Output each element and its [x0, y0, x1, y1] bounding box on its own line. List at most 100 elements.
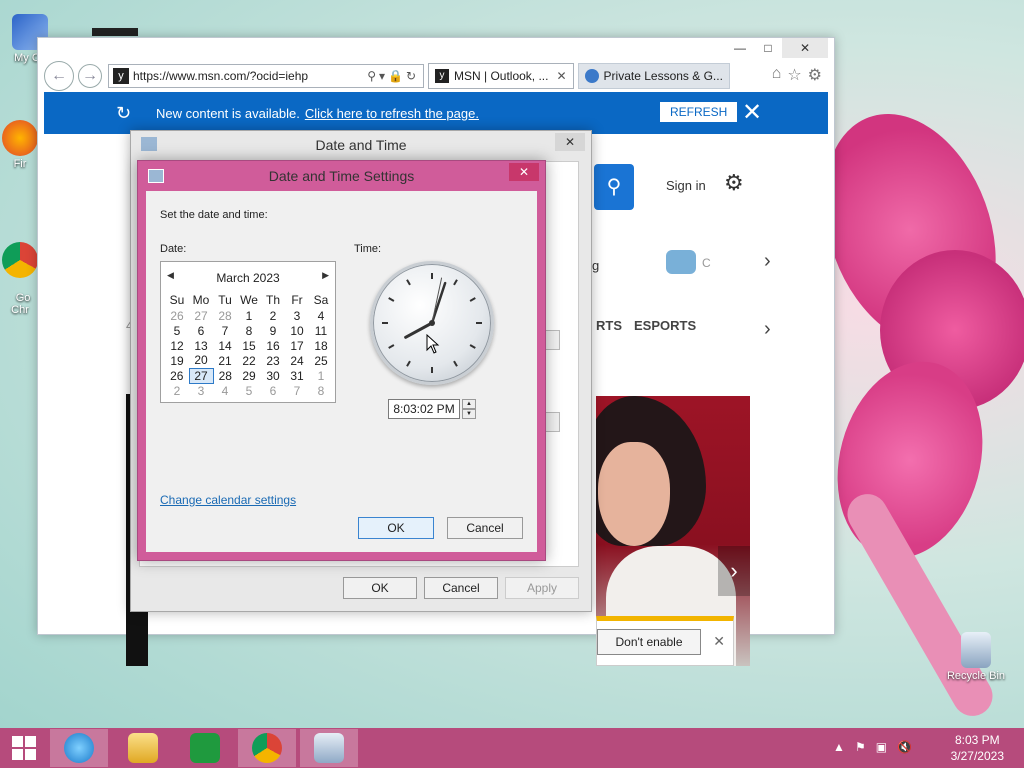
taskbar-clock[interactable]: 8:03 PM 3/27/2023 — [951, 732, 1004, 764]
favorites-star-icon[interactable]: ☆ — [787, 65, 801, 85]
calendar-day[interactable]: 26 — [165, 368, 189, 383]
calendar-day[interactable]: 31 — [285, 368, 309, 383]
start-button[interactable] — [0, 729, 48, 767]
calendar-day[interactable]: 1 — [309, 368, 333, 383]
calendar-day[interactable]: 9 — [261, 323, 285, 338]
close-button[interactable]: ✕ — [782, 38, 828, 58]
calendar-day[interactable]: 1 — [237, 308, 261, 323]
show-hidden-icons-icon[interactable]: ▲ — [833, 740, 845, 754]
forward-button[interactable]: → — [78, 64, 102, 88]
calendar-day[interactable]: 4 — [309, 308, 333, 323]
calendar-day[interactable]: 10 — [285, 323, 309, 338]
category-esports[interactable]: ESPORTS — [634, 318, 696, 333]
calendar-day[interactable]: 29 — [237, 368, 261, 383]
calendar-day[interactable]: 28 — [213, 308, 237, 323]
taskbar-chrome[interactable] — [238, 729, 296, 767]
calendar-day[interactable]: 5 — [165, 323, 189, 338]
desktop-icon-firefox[interactable]: Fir — [0, 120, 40, 170]
ok-button[interactable]: OK — [343, 577, 417, 599]
calendar-day[interactable]: 6 — [261, 383, 285, 398]
category-rts[interactable]: RTS — [596, 318, 622, 333]
calendar-day[interactable]: 23 — [261, 353, 285, 368]
spin-down-icon[interactable]: ▼ — [462, 409, 476, 419]
calendar-day[interactable]: 12 — [165, 338, 189, 353]
calendar-month[interactable]: March 2023 — [161, 271, 335, 285]
internet-explorer-icon — [64, 733, 94, 763]
calendar-day[interactable]: 7 — [285, 383, 309, 398]
refresh-page-link[interactable]: Click here to refresh the page. — [305, 106, 479, 121]
tab-msn[interactable]: y MSN | Outlook, ... ✕ — [428, 63, 574, 89]
calendar-day[interactable]: 2 — [165, 383, 189, 398]
taskbar-internet-explorer[interactable] — [50, 729, 108, 767]
tab-private-lessons[interactable]: Private Lessons & G... — [577, 63, 730, 89]
cancel-button[interactable]: Cancel — [424, 577, 498, 599]
calendar-day[interactable]: 3 — [189, 383, 213, 398]
taskbar-date-time[interactable] — [300, 729, 358, 767]
taskbar-file-explorer[interactable] — [114, 729, 172, 767]
calendar-day[interactable]: 27 — [189, 308, 213, 323]
back-button[interactable]: ← — [44, 61, 74, 91]
home-icon[interactable]: ⌂ — [772, 65, 782, 85]
refresh-button[interactable]: REFRESH — [660, 102, 738, 122]
desktop-icon-chrome[interactable]: Go Chr — [0, 218, 40, 316]
calendar-day[interactable]: 22 — [237, 353, 261, 368]
calendar-day[interactable]: 13 — [189, 338, 213, 353]
next-month-icon[interactable]: ▶ — [322, 270, 329, 281]
settings-gear-icon[interactable]: ⚙ — [808, 65, 822, 85]
calendar-day[interactable]: 24 — [285, 353, 309, 368]
content-notification-bar: ↻ New content is available. Click here t… — [44, 92, 828, 134]
time-input[interactable]: 8:03:02 PM — [388, 399, 460, 419]
taskbar-store[interactable] — [176, 729, 234, 767]
calendar-day[interactable]: 11 — [309, 323, 333, 338]
calendar-day[interactable]: 3 — [285, 308, 309, 323]
calendar-day[interactable]: 25 — [309, 353, 333, 368]
close-toast-icon[interactable]: ✕ — [713, 633, 725, 650]
calendar-day[interactable]: 16 — [261, 338, 285, 353]
calendar-day[interactable]: 8 — [237, 323, 261, 338]
dont-enable-button[interactable]: Don't enable — [597, 629, 701, 655]
calendar-day[interactable]: 28 — [213, 368, 237, 383]
time-spinner[interactable]: ▲ ▼ — [462, 399, 476, 419]
chevron-right-icon[interactable]: › — [764, 250, 771, 273]
close-notification-icon[interactable]: ✕ — [742, 98, 762, 127]
search-button[interactable]: ⚲ — [594, 164, 634, 210]
change-calendar-settings-link[interactable]: Change calendar settings — [160, 493, 296, 507]
sign-in-link[interactable]: Sign in — [666, 178, 706, 193]
network-icon[interactable]: ▣ — [876, 740, 887, 754]
calendar-day[interactable]: 26 — [165, 308, 189, 323]
calendar-day[interactable]: 21 — [213, 353, 237, 368]
maximize-button[interactable]: □ — [754, 38, 782, 58]
calendar-day[interactable]: 14 — [213, 338, 237, 353]
settings-cancel-button[interactable]: Cancel — [447, 517, 523, 539]
calendar-day[interactable]: 7 — [213, 323, 237, 338]
desktop-icon-recycle-bin[interactable]: Recycle Bin — [942, 632, 1010, 682]
calendar-day[interactable]: 5 — [237, 383, 261, 398]
address-bar[interactable]: y https://www.msn.com/?ocid=iehp ⚲▾🔒↻ — [108, 64, 424, 88]
dialog-close-button[interactable]: ✕ — [555, 133, 585, 151]
settings-close-button[interactable]: ✕ — [509, 163, 539, 181]
clock-tick — [388, 297, 395, 302]
settings-ok-button[interactable]: OK — [358, 517, 434, 539]
action-center-flag-icon[interactable]: ⚑ — [855, 740, 866, 754]
calendar-day[interactable]: 18 — [309, 338, 333, 353]
chevron-right-icon[interactable]: › — [764, 318, 771, 341]
address-tools-icon[interactable]: ⚲▾🔒↻ — [367, 69, 419, 83]
desktop-icon-partial[interactable] — [92, 28, 138, 36]
calendar-day[interactable]: 20 — [189, 353, 213, 368]
page-settings-gear-icon[interactable]: ⚙ — [724, 170, 744, 196]
volume-muted-icon[interactable]: 🔇 — [897, 740, 912, 754]
calendar-day[interactable]: 30 — [261, 368, 285, 383]
apply-button[interactable]: Apply — [505, 577, 579, 599]
spin-up-icon[interactable]: ▲ — [462, 399, 476, 409]
close-tab-icon[interactable]: ✕ — [556, 69, 566, 83]
minimize-button[interactable]: — — [726, 38, 754, 58]
calendar-day[interactable]: 19 — [165, 353, 189, 368]
calendar-day[interactable]: 15 — [237, 338, 261, 353]
calendar-day-selected[interactable]: 27 — [188, 367, 214, 384]
calendar-day[interactable]: 6 — [189, 323, 213, 338]
calendar-day[interactable]: 4 — [213, 383, 237, 398]
calendar-day[interactable]: 8 — [309, 383, 333, 398]
calendar-day[interactable]: 17 — [285, 338, 309, 353]
carousel-next-icon[interactable]: › — [718, 546, 750, 596]
calendar-day[interactable]: 2 — [261, 308, 285, 323]
